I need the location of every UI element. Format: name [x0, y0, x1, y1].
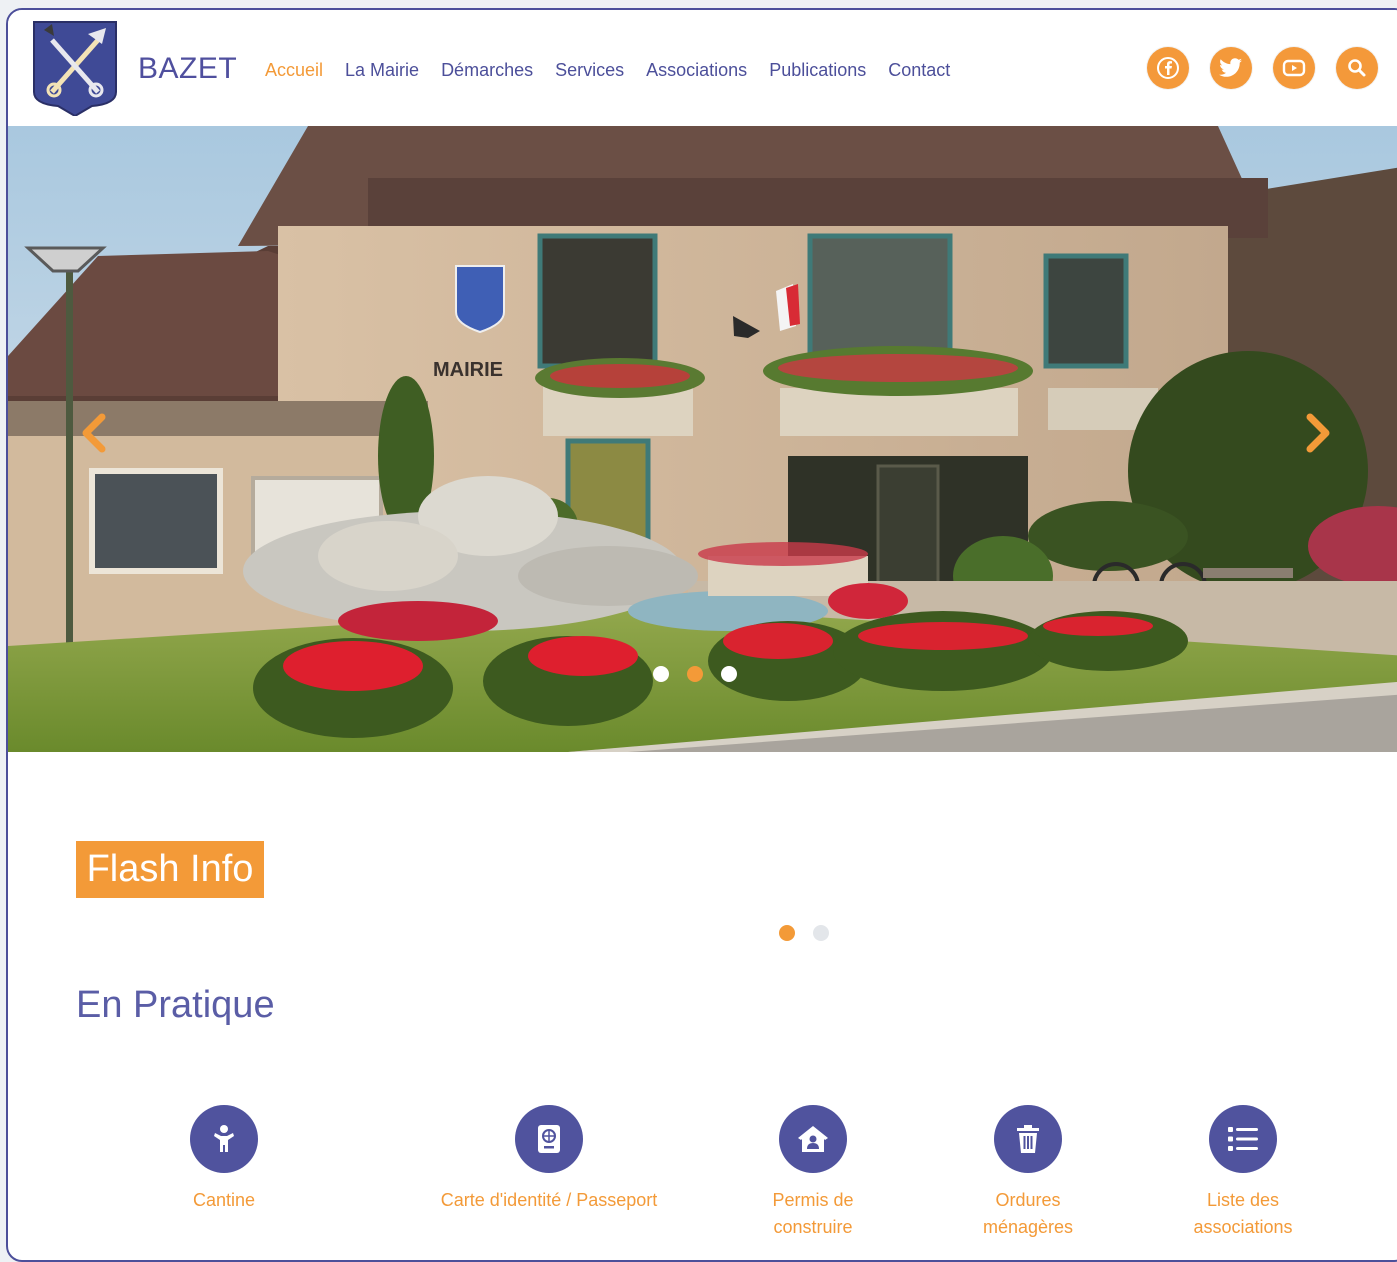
quick-link-label: Carte d'identité / Passeport [440, 1190, 658, 1210]
quick-link-cantine[interactable]: Cantine [174, 1105, 274, 1214]
slider-dot-2-active[interactable] [687, 666, 703, 682]
flash-dot-1-active[interactable] [779, 925, 795, 941]
nav-item-accueil[interactable]: Accueil [265, 60, 323, 81]
slider-dots [653, 666, 755, 682]
quick-link-ordures[interactable]: Ordures ménagères [968, 1105, 1088, 1241]
facebook-icon[interactable] [1147, 47, 1189, 89]
nav-item-la-mairie[interactable]: La Mairie [345, 60, 419, 81]
page-frame: BAZET Accueil La Mairie Démarches Servic… [6, 8, 1397, 1262]
quick-link-carte-identite[interactable]: Carte d'identité / Passeport [404, 1105, 694, 1214]
site-name[interactable]: BAZET [138, 52, 237, 86]
site-header: BAZET Accueil La Mairie Démarches Servic… [8, 10, 1397, 126]
nav-item-contact[interactable]: Contact [888, 60, 950, 81]
main-nav: Accueil La Mairie Démarches Services Ass… [265, 60, 972, 81]
slider-prev-arrow[interactable] [74, 408, 114, 458]
child-icon [190, 1105, 258, 1173]
quick-link-label: Permis de construire [772, 1190, 854, 1237]
quick-link-label: Cantine [192, 1190, 256, 1210]
house-user-icon [779, 1105, 847, 1173]
en-pratique-heading: En Pratique [76, 984, 275, 1026]
flash-dot-2[interactable] [813, 925, 829, 941]
trash-icon [994, 1105, 1062, 1173]
nav-item-services[interactable]: Services [555, 60, 624, 81]
slider-next-arrow[interactable] [1298, 408, 1338, 458]
quick-link-liste-associations[interactable]: Liste des associations [1173, 1105, 1313, 1241]
coat-of-arms-logo[interactable] [32, 20, 118, 118]
quick-link-permis-construire[interactable]: Permis de construire [748, 1105, 878, 1241]
flash-info-dots [779, 925, 847, 941]
quick-link-label: Liste des associations [1193, 1190, 1293, 1237]
nav-item-associations[interactable]: Associations [646, 60, 747, 81]
flash-info-heading: Flash Info [76, 841, 264, 898]
mairie-sign: MAIRIE [433, 359, 503, 381]
youtube-icon[interactable] [1273, 47, 1315, 89]
social-links [1147, 47, 1397, 89]
list-icon [1209, 1105, 1277, 1173]
slider-dot-3[interactable] [721, 666, 737, 682]
quick-link-label: Ordures ménagères [982, 1190, 1074, 1237]
slider-dot-1[interactable] [653, 666, 669, 682]
search-icon[interactable] [1336, 47, 1378, 89]
town-hall-photo: MAIRIE [8, 126, 1397, 752]
twitter-icon[interactable] [1210, 47, 1252, 89]
passport-icon [515, 1105, 583, 1173]
nav-item-demarches[interactable]: Démarches [441, 60, 533, 81]
hero-slider: MAIRIE [8, 126, 1397, 752]
nav-item-publications[interactable]: Publications [769, 60, 866, 81]
